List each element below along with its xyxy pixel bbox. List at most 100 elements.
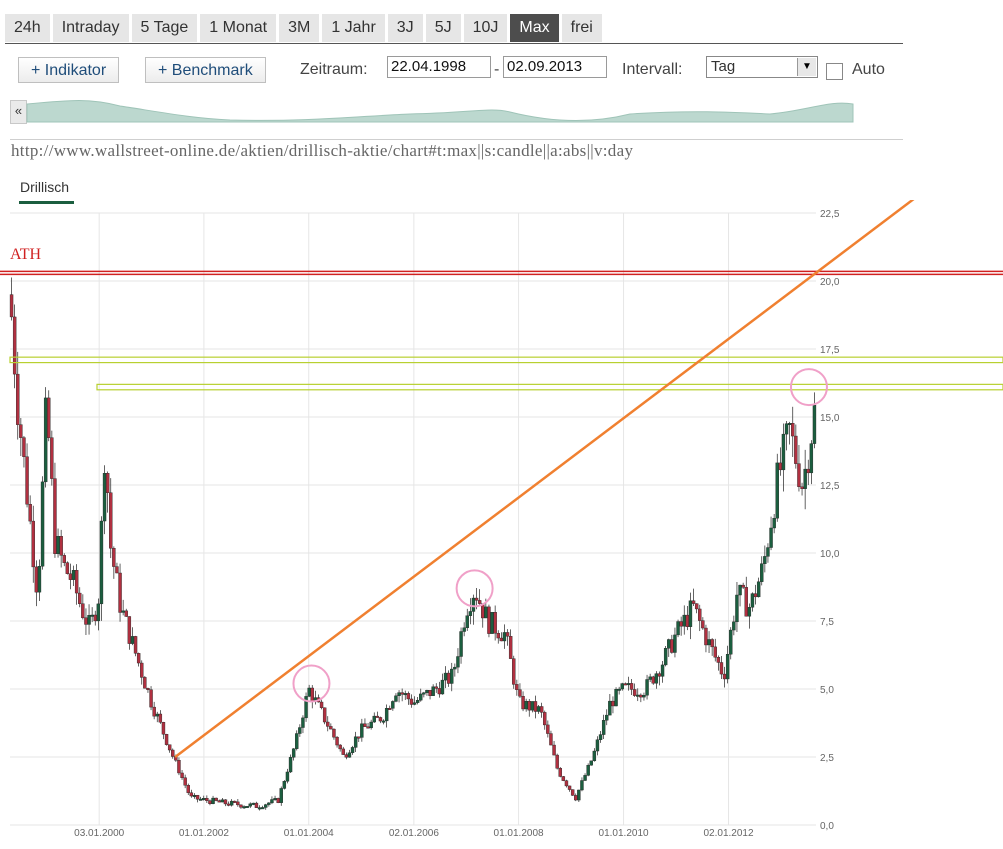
candle-body: [28, 504, 32, 522]
candle-body: [459, 631, 463, 657]
legend-series-drillisch[interactable]: Drillisch: [20, 179, 69, 195]
x-tick-label: 02.01.2012: [704, 828, 754, 839]
candle-body: [220, 799, 225, 803]
candle-body: [450, 668, 454, 684]
tab-10j[interactable]: 10J: [463, 14, 508, 42]
date-from-input[interactable]: [387, 56, 491, 78]
candle-body: [524, 700, 528, 710]
price-chart: 0,0 2,5 5,0 7,5 10,0 12,5 15,0 17,5 20,0 22,5 03.0…: [0, 200, 1003, 839]
tab-3j[interactable]: 3J: [387, 14, 423, 42]
candle-body: [694, 603, 699, 610]
candle-body: [369, 721, 373, 729]
candle-body: [419, 693, 423, 701]
y-tick-label: 7,5: [820, 617, 834, 628]
time-navigator[interactable]: «: [10, 92, 903, 140]
y-tick-label: 22,5: [820, 209, 840, 220]
tab-24h[interactable]: 24h: [5, 14, 50, 42]
candle-body: [257, 807, 262, 810]
candle-body: [719, 662, 724, 675]
tab-max[interactable]: Max: [510, 14, 559, 42]
candle-body: [685, 614, 690, 627]
candle-body: [673, 634, 677, 653]
candle-body: [592, 750, 597, 762]
candle-body: [778, 462, 783, 471]
candle-body: [357, 736, 361, 739]
candle-body: [161, 722, 166, 735]
auto-checkbox[interactable]: [826, 63, 843, 80]
candle-body: [667, 639, 671, 649]
candle-body: [332, 728, 336, 738]
candle-body: [177, 760, 181, 774]
candle-body: [133, 636, 138, 654]
date-to-input[interactable]: [503, 56, 607, 78]
candle-body: [130, 636, 135, 644]
candle-body: [611, 700, 615, 707]
candle-body: [217, 800, 221, 803]
candle-body: [291, 748, 296, 758]
candle-body: [440, 679, 445, 695]
candle-body: [112, 548, 116, 567]
candle-body: [688, 600, 693, 627]
candle-body: [25, 456, 29, 505]
candle-body: [406, 693, 411, 700]
candle-body: [397, 692, 401, 697]
candle-body: [236, 801, 240, 806]
candle-body: [729, 629, 733, 655]
interval-select[interactable]: Tag ▼: [706, 56, 818, 78]
tab-frei[interactable]: frei: [561, 14, 602, 42]
candle-body: [264, 804, 268, 808]
candle-body: [601, 720, 606, 735]
add-benchmark-button[interactable]: + Benchmark: [145, 57, 266, 83]
candle-body: [704, 627, 708, 646]
candle-body: [381, 720, 386, 723]
candle-body: [741, 584, 745, 588]
candle-body: [626, 683, 631, 686]
y-tick-label: 10,0: [820, 549, 840, 560]
candle-body: [50, 437, 54, 479]
chart-url[interactable]: http://www.wallstreet-online.de/aktien/d…: [11, 141, 633, 161]
candle-body: [701, 620, 705, 629]
x-tick-label: 01.01.2008: [494, 828, 544, 839]
candle-body: [152, 706, 156, 717]
candle-body: [645, 679, 649, 696]
candle-body: [434, 686, 438, 689]
candle-body: [81, 603, 85, 619]
candle-body: [456, 656, 460, 668]
tab-5j[interactable]: 5J: [425, 14, 461, 42]
candle-body: [326, 721, 330, 727]
candle-body: [471, 597, 476, 612]
tab-3m[interactable]: 3M: [279, 14, 320, 42]
candle-body: [335, 736, 339, 746]
candle-body: [282, 781, 287, 789]
candle-body: [223, 799, 228, 805]
candle-body: [279, 788, 283, 803]
candle-body: [753, 593, 758, 598]
dropdown-arrow-icon[interactable]: ▼: [797, 58, 816, 76]
candle-body: [561, 776, 566, 781]
tab-intraday[interactable]: Intraday: [52, 14, 129, 42]
candle-body: [267, 802, 271, 805]
tab-1-monat[interactable]: 1 Monat: [200, 14, 277, 42]
candle-body: [446, 672, 451, 684]
candle-body: [273, 798, 277, 801]
tab-1-jahr[interactable]: 1 Jahr: [322, 14, 385, 42]
candle-body: [202, 798, 206, 800]
candle-body: [747, 607, 752, 617]
candle-body: [508, 636, 513, 659]
candle-body: [198, 798, 203, 801]
candle-body: [735, 594, 739, 623]
candle-body: [605, 714, 609, 721]
candle-body: [12, 316, 17, 375]
candle-body: [375, 715, 380, 718]
candle-body: [388, 707, 392, 710]
candle-body: [577, 789, 581, 801]
candle-body: [583, 775, 587, 781]
candle-body: [595, 739, 600, 752]
candle-body: [146, 688, 150, 690]
candle-body: [384, 707, 389, 722]
candle-body: [493, 612, 497, 634]
candle-body: [496, 632, 500, 639]
tab-5-tage[interactable]: 5 Tage: [131, 14, 198, 42]
add-indicator-button[interactable]: + Indikator: [18, 57, 120, 83]
candle-body: [465, 615, 469, 629]
